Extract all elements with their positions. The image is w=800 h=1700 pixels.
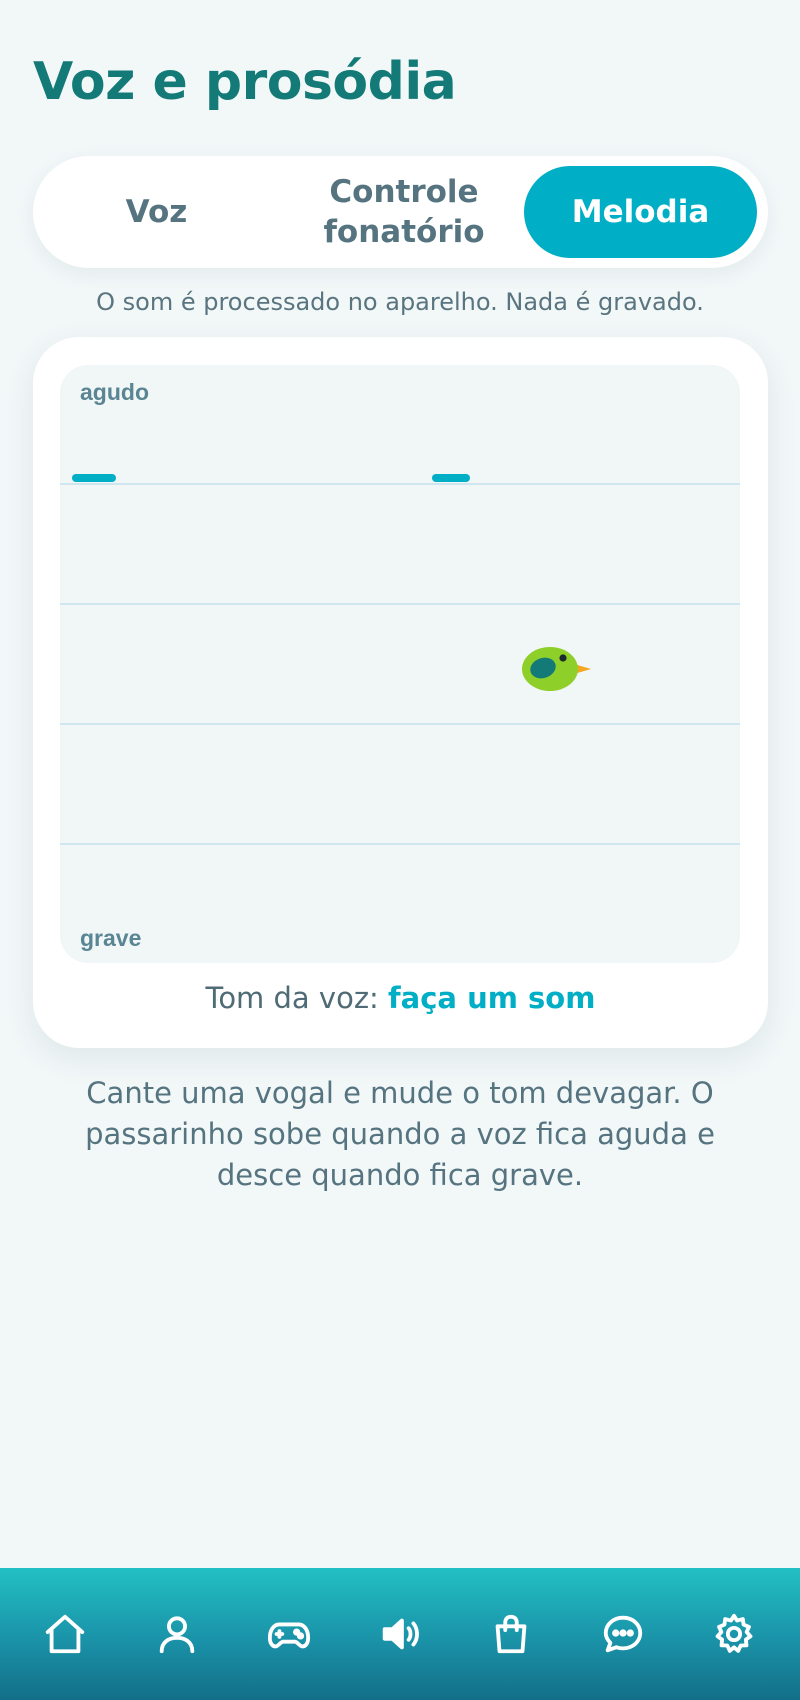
pitch-card: agudo grave Tom da voz: faça um som — [33, 337, 768, 1048]
voice-tone-label: Tom da voz: — [205, 981, 379, 1015]
bottom-nav — [0, 1568, 800, 1700]
pitch-canvas: agudo grave — [60, 365, 740, 963]
tab-controle-fonatorio[interactable]: Controle fonatório — [279, 166, 529, 258]
nav-shop[interactable] — [483, 1606, 539, 1662]
high-pitch-label: agudo — [80, 379, 149, 405]
low-pitch-label: grave — [80, 925, 142, 951]
settings-icon — [715, 1613, 753, 1653]
page-title: Voz e prosódia — [33, 52, 457, 112]
pitch-target-marker — [72, 474, 116, 482]
profile-icon — [159, 1616, 195, 1654]
nav-profile[interactable] — [149, 1606, 205, 1662]
home-icon — [45, 1614, 85, 1654]
nav-sound[interactable] — [372, 1606, 428, 1662]
nav-chat[interactable] — [595, 1606, 651, 1662]
shopping-bag-icon — [495, 1614, 527, 1654]
nav-home[interactable] — [37, 1606, 93, 1662]
pitch-gridline — [60, 603, 740, 605]
voice-tone-readout: Tom da voz: faça um som — [33, 981, 768, 1015]
speaker-icon — [382, 1618, 419, 1650]
privacy-note: O som é processado no aparelho. Nada é g… — [96, 288, 704, 316]
pitch-target-marker — [432, 474, 470, 482]
tab-melodia[interactable]: Melodia — [524, 166, 757, 258]
mode-tabs: Voz Controle fonatório Melodia — [33, 156, 768, 268]
instructions-text: Cante uma vogal e mude o tom devagar. O … — [85, 1076, 715, 1192]
nav-settings[interactable] — [706, 1606, 762, 1662]
pitch-gridline — [60, 843, 740, 845]
chat-icon — [603, 1615, 643, 1653]
voice-tone-value: faça um som — [388, 981, 596, 1015]
gamepad-icon — [267, 1622, 311, 1649]
tab-voz[interactable]: Voz — [40, 166, 273, 258]
nav-games[interactable] — [261, 1606, 317, 1662]
bird-icon — [522, 647, 591, 691]
pitch-gridline — [60, 483, 740, 485]
pitch-gridline — [60, 723, 740, 725]
